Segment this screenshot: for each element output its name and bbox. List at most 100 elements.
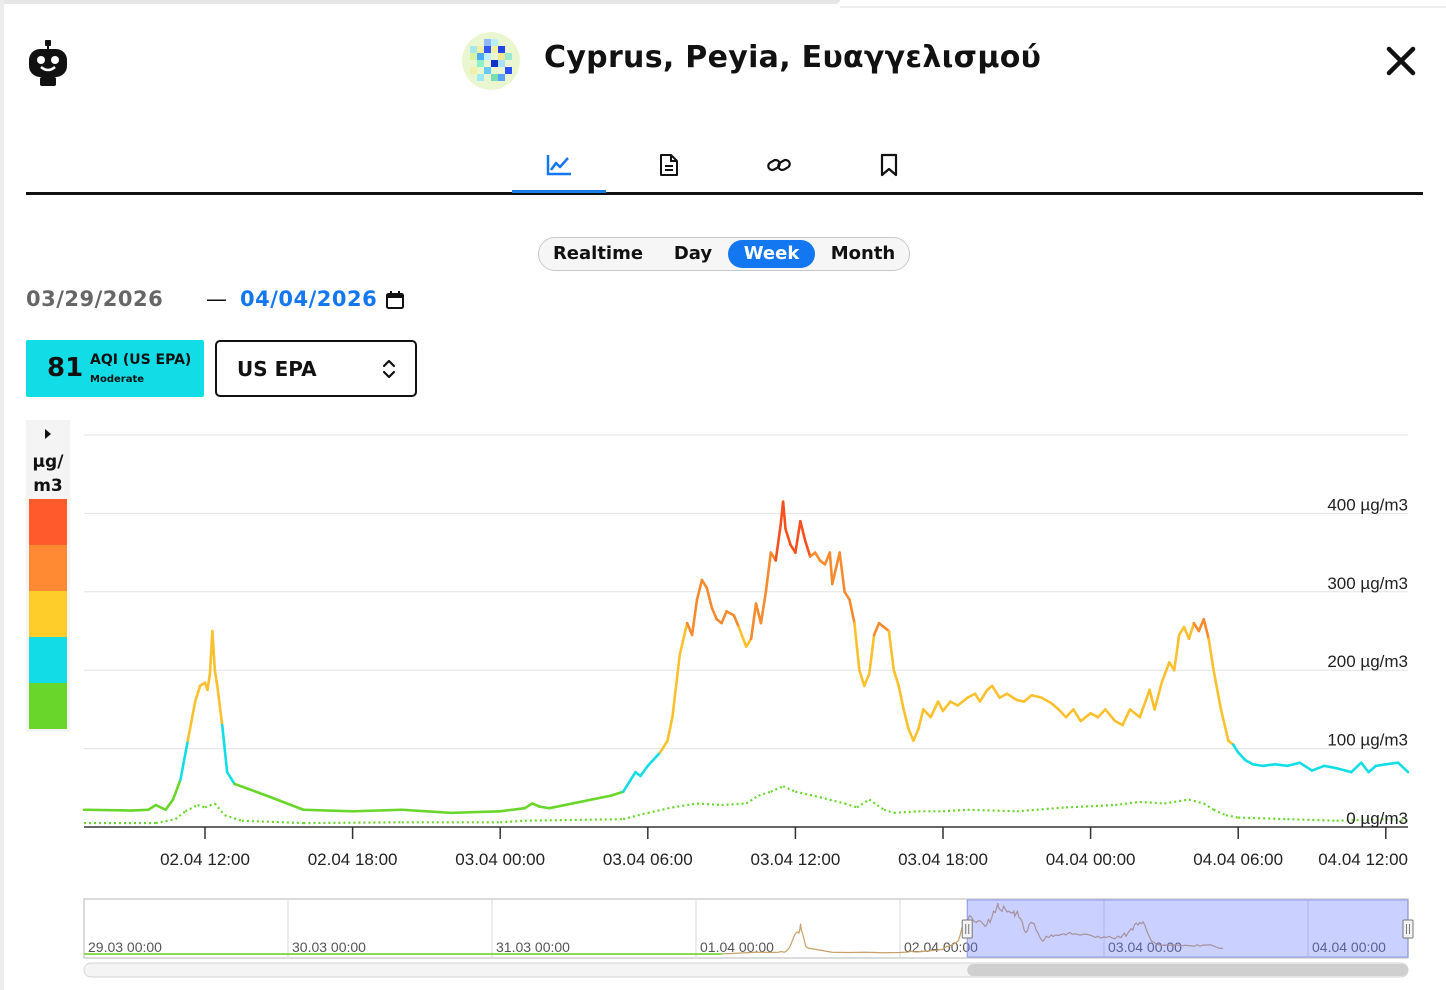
series-solid-segment (912, 727, 920, 743)
series-solid-segment (838, 551, 846, 594)
navigator-handle[interactable] (961, 919, 973, 939)
series-dotted-segment (1225, 814, 1239, 819)
navigator-date-label: 31.03 00:00 (496, 939, 570, 955)
series-solid-segment (705, 586, 714, 609)
series-dotted-segment (224, 814, 243, 822)
series-solid-segment (764, 551, 773, 594)
series-solid-segment (917, 708, 925, 731)
series-solid-segment (1286, 761, 1301, 768)
series-solid-segment (1323, 764, 1338, 770)
series-solid-segment (813, 551, 822, 562)
series-solid-segment (400, 808, 428, 813)
series-solid-segment (1384, 761, 1400, 766)
series-solid-segment (720, 610, 728, 625)
series-dotted-segment (721, 802, 747, 807)
series-dotted-segment (204, 802, 216, 809)
series-solid-segment (302, 808, 354, 813)
series-solid-segment (658, 739, 669, 754)
series-solid-segment (425, 810, 453, 815)
series-solid-segment (1022, 693, 1033, 703)
series-solid-segment (848, 598, 856, 625)
series-dotted-segment (1203, 802, 1215, 811)
series-dotted-segment (1287, 818, 1337, 822)
series-solid-segment (781, 500, 787, 531)
x-tick-label: 04.04 00:00 (1046, 850, 1136, 869)
y-tick-label: 0 µg/m3 (1346, 809, 1408, 828)
series-dotted-segment (868, 798, 885, 811)
series-solid-segment (1335, 766, 1353, 774)
y-tick-label: 400 µg/m3 (1327, 495, 1408, 514)
series-solid-segment (621, 778, 632, 794)
navigator-date-label: 30.03 00:00 (292, 939, 366, 955)
x-tick-label: 03.04 00:00 (455, 850, 545, 869)
series-solid-segment (907, 727, 915, 743)
series-solid-segment (990, 684, 1001, 699)
series-dotted-segment (696, 802, 722, 807)
navigator-handle[interactable] (1402, 919, 1414, 939)
series-dotted-segment (967, 808, 1017, 813)
series-solid-segment (1202, 617, 1210, 641)
series-solid-segment (1350, 761, 1363, 774)
x-tick-label: 03.04 18:00 (898, 850, 988, 869)
series-solid-segment (1219, 708, 1230, 743)
series-dotted-segment (893, 810, 919, 814)
series-solid-segment (211, 629, 217, 672)
series-solid-segment (1049, 701, 1060, 711)
series-solid-segment (1310, 764, 1326, 772)
series-dotted-segment (1139, 800, 1165, 805)
series-solid-segment (858, 668, 866, 688)
series-solid-segment (154, 803, 167, 812)
series-dotted-segment (213, 802, 226, 816)
series-solid-segment (759, 590, 768, 625)
series-dotted-segment (184, 804, 199, 813)
series-dotted-segment (500, 819, 525, 824)
series-solid-segment (1153, 680, 1164, 711)
series-solid-segment (784, 527, 792, 547)
series-solid-segment (1121, 708, 1132, 727)
series-dotted-segment (770, 785, 784, 793)
series-dotted-segment (672, 802, 698, 809)
x-tick-label: 04.04 06:00 (1193, 850, 1283, 869)
series-solid-segment (799, 519, 807, 543)
series-solid-segment (936, 700, 945, 713)
series-dotted-segment (197, 803, 206, 809)
series-solid-segment (862, 672, 871, 688)
x-tick-label: 03.04 06:00 (603, 850, 693, 869)
series-solid-segment (749, 602, 758, 641)
series-solid-segment (887, 629, 896, 672)
series-solid-segment (1064, 708, 1075, 719)
x-tick-label: 03.04 12:00 (750, 850, 840, 869)
series-solid-segment (929, 700, 940, 719)
navigator-scrollbar-thumb[interactable] (967, 964, 1408, 976)
series-solid-segment (1128, 708, 1142, 719)
series-solid-segment (1030, 693, 1043, 699)
series-solid-segment (774, 523, 782, 562)
series-solid-segment (193, 684, 202, 703)
series-solid-segment (206, 672, 212, 692)
series-solid-segment (671, 653, 682, 719)
series-solid-segment (1079, 712, 1092, 723)
series-solid-segment (538, 805, 551, 810)
y-tick-label: 200 µg/m3 (1327, 652, 1408, 671)
series-solid-segment (710, 606, 718, 621)
series-solid-segment (695, 578, 704, 601)
series-dotted-segment (155, 818, 176, 825)
series-solid-segment (147, 803, 158, 812)
series-dotted-segment (844, 802, 858, 809)
series-dotted-segment (795, 790, 821, 799)
series-solid-segment (1005, 692, 1019, 702)
series-dotted-segment (1213, 808, 1227, 817)
series-solid-segment (690, 598, 699, 637)
series-solid-segment (129, 808, 150, 812)
series-solid-segment (1040, 696, 1053, 705)
series-dotted-segment (758, 790, 772, 797)
series-solid-segment (646, 751, 662, 768)
series-solid-segment (498, 808, 514, 813)
series-solid-segment (872, 621, 881, 637)
series-dotted-segment (856, 798, 870, 809)
series-solid-segment (1172, 633, 1181, 672)
navigator-selection[interactable] (966, 899, 1409, 958)
series-solid-segment (639, 764, 650, 778)
series-solid-segment (922, 708, 933, 719)
series-solid-segment (1212, 668, 1223, 711)
